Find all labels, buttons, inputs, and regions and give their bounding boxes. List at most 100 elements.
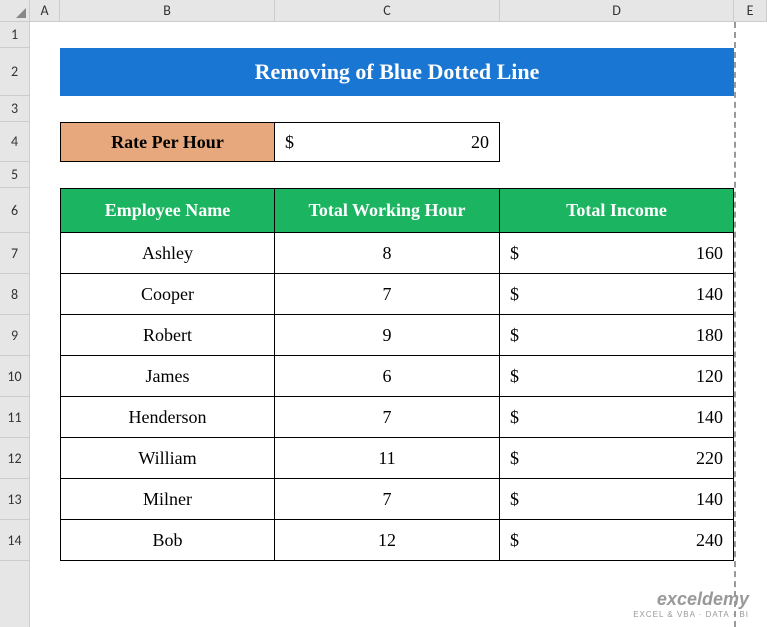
cell-A9[interactable] [30,315,60,356]
col-header-E[interactable]: E [734,0,767,21]
header-employee-name[interactable]: Employee Name [60,188,275,233]
working-hour-cell[interactable]: 9 [275,315,500,356]
cell-A13[interactable] [30,479,60,520]
cell-grid: Removing of Blue Dotted Line Rate Per Ho… [30,22,767,627]
employee-name-cell[interactable]: Ashley [60,233,275,274]
income-amount: 120 [696,366,723,387]
col-header-A[interactable]: A [30,0,60,21]
cell-B1[interactable] [60,22,275,48]
cell-A3[interactable] [30,96,60,122]
total-income-cell[interactable]: $180 [500,315,734,356]
cell-A7[interactable] [30,233,60,274]
currency-symbol: $ [510,530,519,551]
total-income-cell[interactable]: $160 [500,233,734,274]
cell-E11[interactable] [734,397,767,438]
cell-A5[interactable] [30,162,60,188]
row-header-11[interactable]: 11 [0,397,29,438]
employee-name-cell[interactable]: Robert [60,315,275,356]
row-header-13[interactable]: 13 [0,479,29,520]
cell-A2[interactable] [30,48,60,96]
header-total-income[interactable]: Total Income [500,188,734,233]
select-all-corner[interactable] [0,0,30,21]
cell-A12[interactable] [30,438,60,479]
cell-E8[interactable] [734,274,767,315]
cell-E9[interactable] [734,315,767,356]
table-row: Henderson7$140 [30,397,767,438]
cell-C1[interactable] [275,22,500,48]
working-hour-cell[interactable]: 11 [275,438,500,479]
row-header-10[interactable]: 10 [0,356,29,397]
row-header-1[interactable]: 1 [0,22,29,48]
cell-A11[interactable] [30,397,60,438]
cell-A14[interactable] [30,520,60,561]
col-header-D[interactable]: D [500,0,734,21]
cell-E7[interactable] [734,233,767,274]
employee-name-cell[interactable]: Bob [60,520,275,561]
working-hour-cell[interactable]: 7 [275,274,500,315]
working-hour-cell[interactable]: 7 [275,397,500,438]
currency-symbol: $ [510,284,519,305]
employee-name-cell[interactable]: Cooper [60,274,275,315]
cell-D1[interactable] [500,22,734,48]
cell-E1[interactable] [734,22,767,48]
row-header-12[interactable]: 12 [0,438,29,479]
row-header-9[interactable]: 9 [0,315,29,356]
currency-symbol: $ [510,243,519,264]
employee-name-cell[interactable]: Milner [60,479,275,520]
row-header-6[interactable]: 6 [0,188,29,233]
total-income-cell[interactable]: $140 [500,397,734,438]
row-header-8[interactable]: 8 [0,274,29,315]
cell-C3[interactable] [275,96,500,122]
cell-A4[interactable] [30,122,60,162]
row-header-5[interactable]: 5 [0,162,29,188]
total-income-cell[interactable]: $140 [500,274,734,315]
cell-E5[interactable] [734,162,767,188]
cell-E3[interactable] [734,96,767,122]
column-headers-row: A B C D E [0,0,767,22]
cell-E14[interactable] [734,520,767,561]
cell-A8[interactable] [30,274,60,315]
col-header-B[interactable]: B [60,0,275,21]
rate-label-cell[interactable]: Rate Per Hour [60,122,275,162]
row-header-2[interactable]: 2 [0,48,29,96]
employee-name-cell[interactable]: James [60,356,275,397]
row-header-14[interactable]: 14 [0,520,29,561]
employee-name-cell[interactable]: Henderson [60,397,275,438]
cell-E13[interactable] [734,479,767,520]
col-header-C[interactable]: C [275,0,500,21]
total-income-cell[interactable]: $220 [500,438,734,479]
row-header-7[interactable]: 7 [0,233,29,274]
cell-B3[interactable] [60,96,275,122]
working-hour-cell[interactable]: 8 [275,233,500,274]
total-income-cell[interactable]: $240 [500,520,734,561]
working-hour-cell[interactable]: 6 [275,356,500,397]
cell-B5[interactable] [60,162,275,188]
total-income-cell[interactable]: $120 [500,356,734,397]
cell-D4[interactable] [500,122,734,162]
rate-amount: 20 [471,132,489,153]
table-row: Bob12$240 [30,520,767,561]
cell-E2[interactable] [734,48,767,96]
total-income-cell[interactable]: $140 [500,479,734,520]
income-amount: 180 [696,325,723,346]
employee-name-cell[interactable]: William [60,438,275,479]
cell-C5[interactable] [275,162,500,188]
rate-value-cell[interactable]: $ 20 [275,122,500,162]
cell-D3[interactable] [500,96,734,122]
currency-symbol: $ [510,448,519,469]
cell-A1[interactable] [30,22,60,48]
working-hour-cell[interactable]: 7 [275,479,500,520]
working-hour-cell[interactable]: 12 [275,520,500,561]
cell-A6[interactable] [30,188,60,233]
row-header-3[interactable]: 3 [0,96,29,122]
cell-E12[interactable] [734,438,767,479]
currency-symbol: $ [510,325,519,346]
cell-D5[interactable] [500,162,734,188]
header-working-hour[interactable]: Total Working Hour [275,188,500,233]
cell-E4[interactable] [734,122,767,162]
cell-E6[interactable] [734,188,767,233]
title-cell[interactable]: Removing of Blue Dotted Line [60,48,734,96]
cell-A10[interactable] [30,356,60,397]
cell-E10[interactable] [734,356,767,397]
row-header-4[interactable]: 4 [0,122,29,162]
